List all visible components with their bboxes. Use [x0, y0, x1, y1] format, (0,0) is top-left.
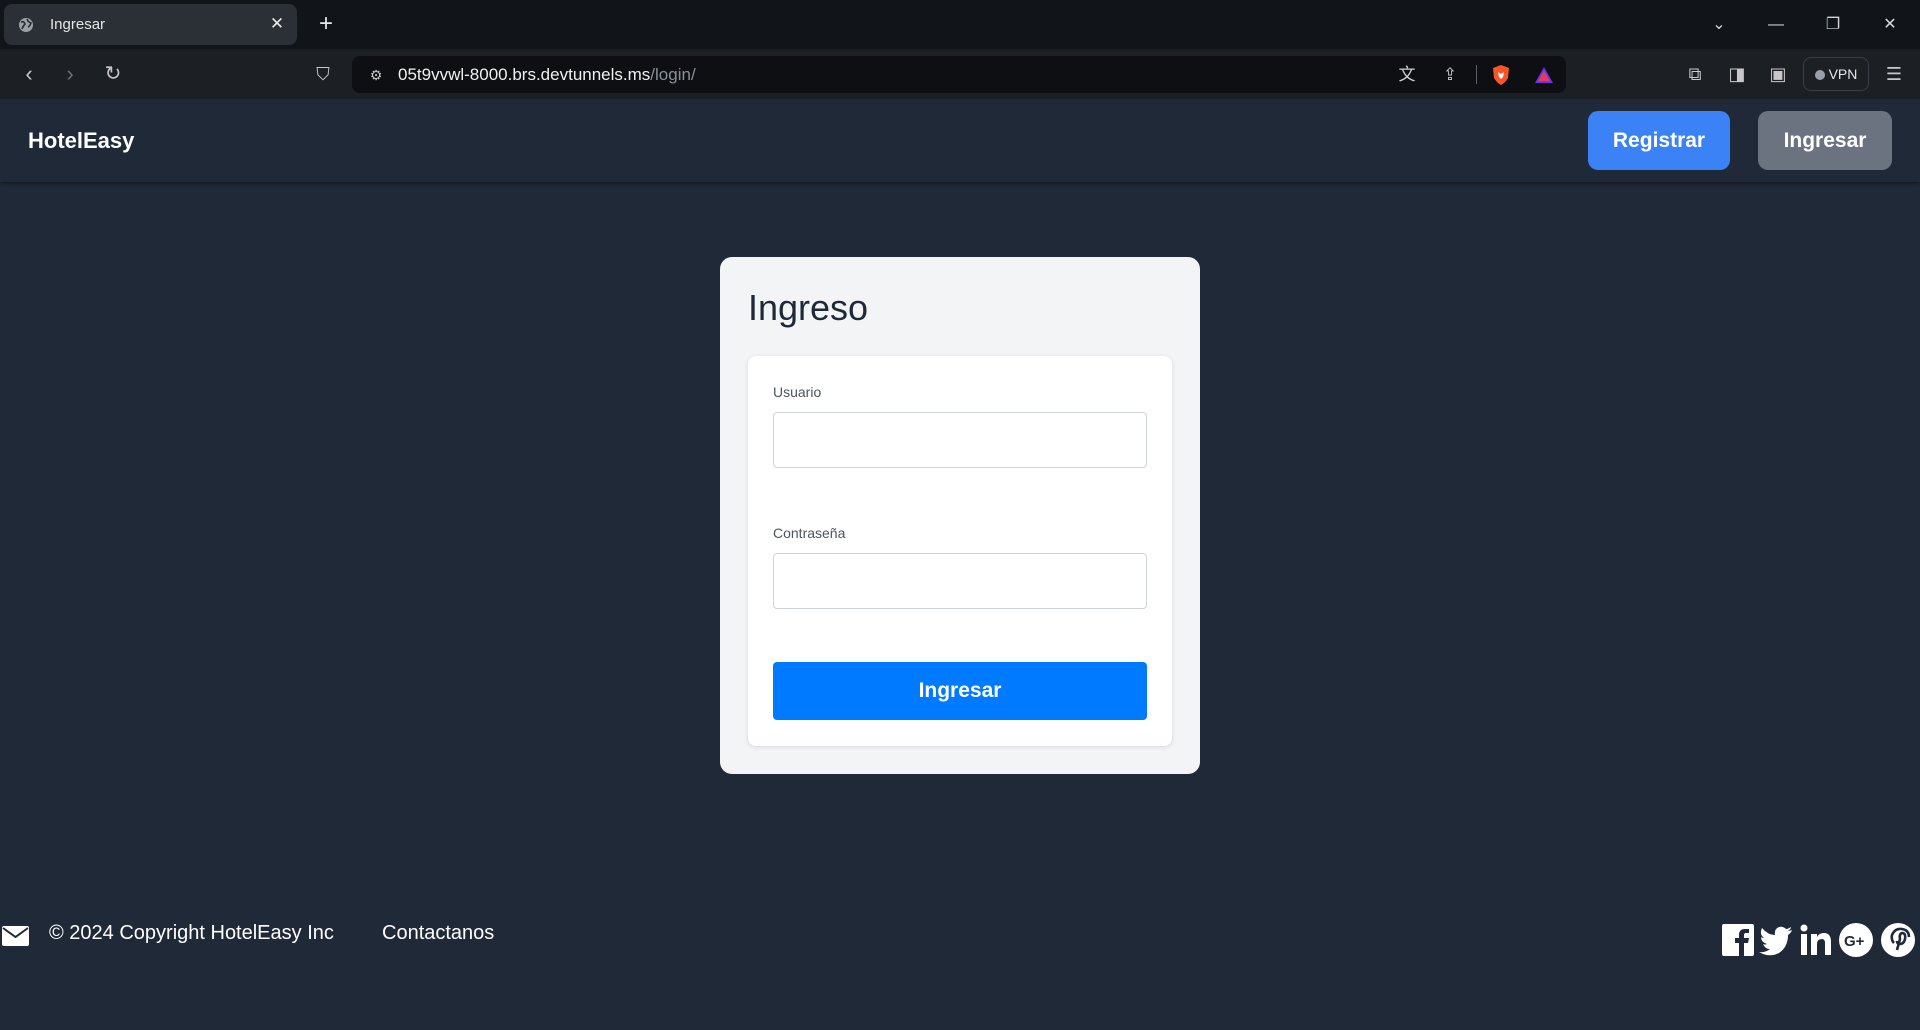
twitter-icon[interactable]	[1758, 922, 1794, 958]
minimize-button[interactable]: —	[1754, 0, 1798, 49]
brave-rewards-icon[interactable]	[1533, 64, 1555, 86]
username-label: Usuario	[773, 384, 822, 400]
bookmark-icon[interactable]: ⛉	[308, 59, 338, 89]
menu-icon[interactable]: ☰	[1881, 61, 1907, 87]
sidebar-icon[interactable]: ◨	[1724, 61, 1750, 87]
browser-tab[interactable]: Ingresar ✕	[4, 4, 297, 45]
browser-tab-bar: Ingresar ✕ + ⌄ — ❐ ✕	[0, 0, 1920, 49]
share-icon[interactable]: ⇪	[1439, 64, 1461, 86]
mail-icon	[2, 926, 29, 946]
forward-icon[interactable]: ›	[55, 59, 85, 89]
restore-button[interactable]: ❐	[1811, 0, 1855, 49]
globe-icon	[19, 18, 33, 32]
login-submit-button[interactable]: Ingresar	[773, 662, 1147, 720]
close-tab-icon[interactable]: ✕	[267, 14, 287, 34]
brave-shields-icon[interactable]	[1490, 64, 1512, 86]
tab-list-icon[interactable]: ⌄	[1697, 0, 1741, 49]
vpn-button[interactable]: VPN	[1803, 57, 1869, 91]
pinterest-icon[interactable]	[1880, 922, 1916, 958]
divider	[1476, 65, 1477, 84]
vpn-status-icon	[1814, 70, 1825, 80]
footer: © 2024 Copyright HotelEasy Inc Contactan…	[0, 900, 1920, 990]
login-nav-button[interactable]: Ingresar	[1758, 111, 1892, 170]
google-plus-icon[interactable]: G+	[1838, 922, 1874, 958]
address-bar[interactable]: ⚙ 05t9vvwl-8000.brs.devtunnels.ms/login/…	[352, 56, 1566, 93]
svg-text:G+: G+	[1844, 933, 1865, 950]
extensions-icon[interactable]: ⧉	[1682, 61, 1708, 87]
wallet-icon[interactable]: ▣	[1765, 61, 1791, 87]
login-card: Ingreso Usuario Contraseña Ingresar	[720, 257, 1200, 774]
copyright-text: © 2024 Copyright HotelEasy Inc	[49, 922, 334, 944]
url-text: 05t9vvwl-8000.brs.devtunnels.ms/login/	[398, 65, 696, 84]
back-icon[interactable]: ‹	[14, 59, 44, 89]
username-input[interactable]	[773, 412, 1147, 468]
password-label: Contraseña	[773, 525, 846, 541]
tab-title: Ingresar	[50, 16, 106, 33]
reload-icon[interactable]: ↻	[98, 59, 128, 89]
site-settings-icon[interactable]: ⚙	[366, 65, 386, 85]
facebook-icon[interactable]	[1720, 922, 1756, 958]
login-form: Usuario Contraseña Ingresar	[748, 356, 1172, 746]
linkedin-icon[interactable]	[1798, 922, 1834, 958]
register-button[interactable]: Registrar	[1588, 111, 1730, 170]
browser-toolbar: ‹ › ↻ ⛉ ⚙ 05t9vvwl-8000.brs.devtunnels.m…	[0, 49, 1920, 99]
contact-link[interactable]: Contactanos	[382, 922, 494, 945]
password-input[interactable]	[773, 553, 1147, 609]
brand-logo[interactable]: HotelEasy	[28, 99, 134, 182]
page-title: Ingreso	[748, 287, 869, 328]
new-tab-button[interactable]: +	[314, 9, 338, 39]
site-navbar: HotelEasy Registrar Ingresar	[0, 99, 1920, 182]
close-window-button[interactable]: ✕	[1868, 0, 1912, 49]
translate-icon[interactable]: 文	[1396, 64, 1418, 86]
